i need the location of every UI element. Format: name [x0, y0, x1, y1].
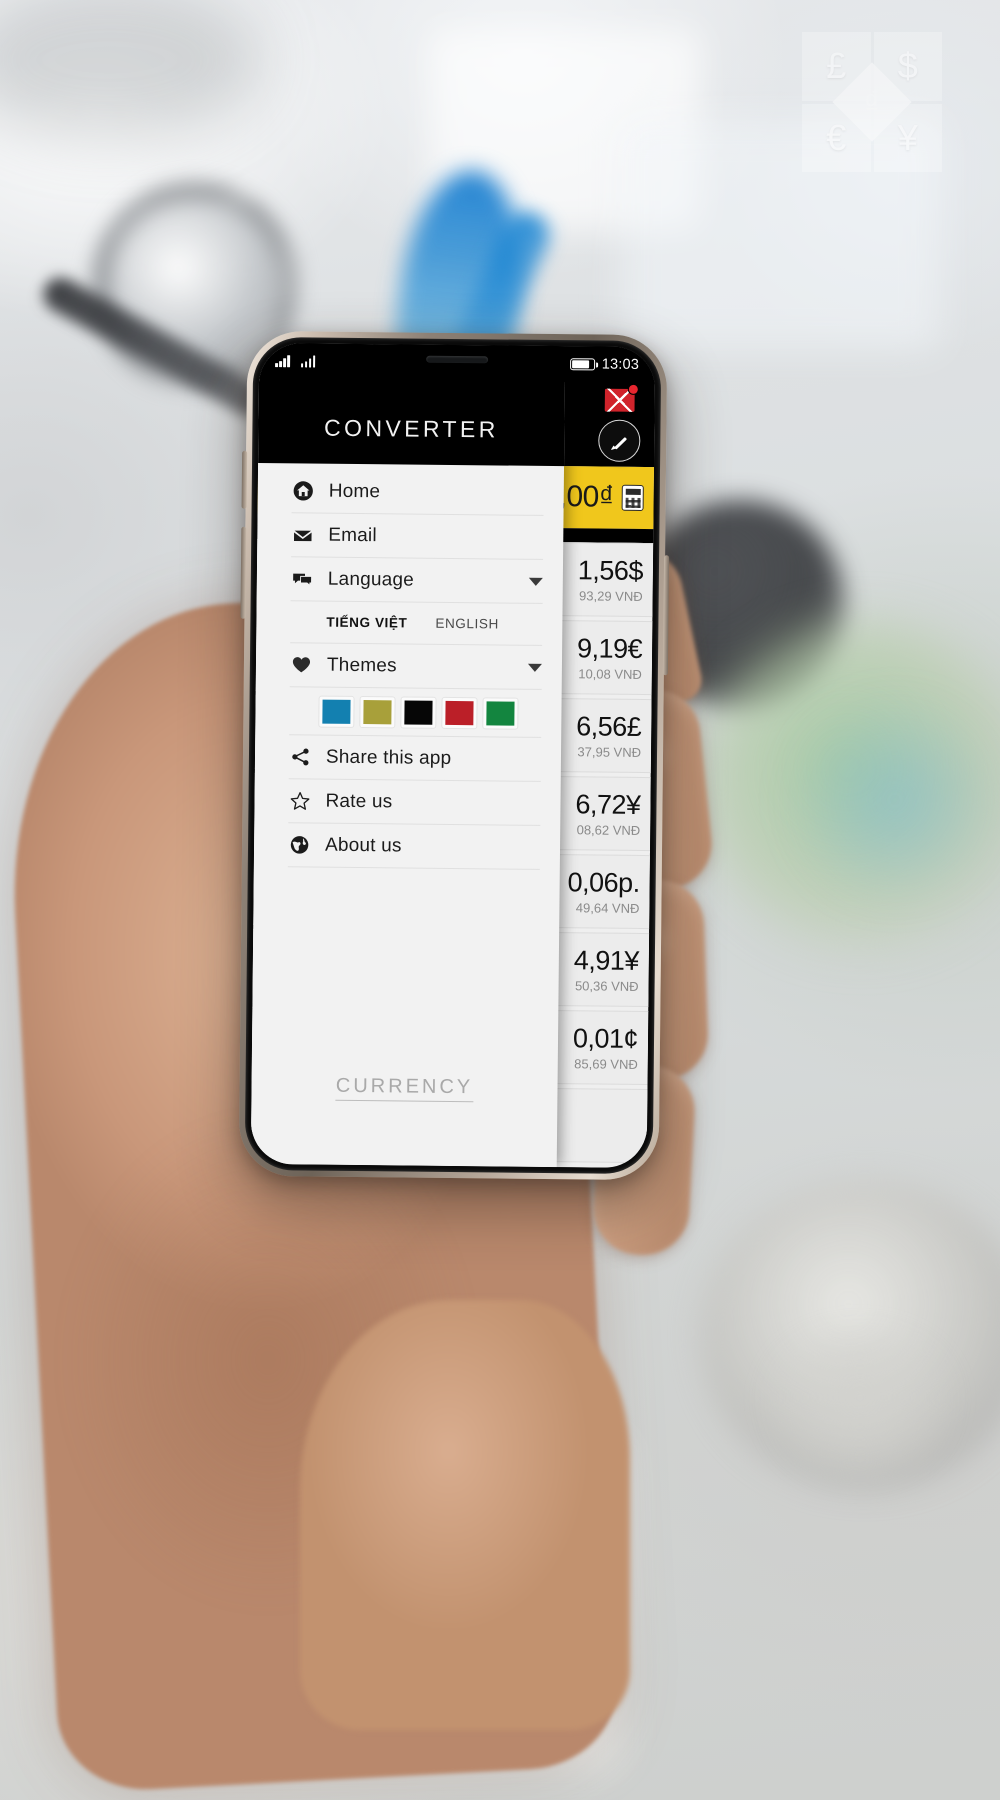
theme-swatch-black[interactable] [401, 696, 436, 728]
calculator-icon[interactable] [621, 484, 644, 511]
phone-notch [372, 344, 542, 375]
currency-rate: 10,08 VNĐ [578, 666, 642, 682]
menu-item-label: Rate us [325, 790, 393, 812]
currency-amount: 9,19€ [576, 633, 643, 664]
currency-rate: 93,29 VNĐ [579, 588, 643, 604]
menu-item-label: Email [328, 524, 377, 546]
globe-icon [288, 834, 310, 856]
share-icon [289, 746, 311, 768]
currency-amount: 6,72¥ [575, 789, 641, 820]
theme-swatch-green[interactable] [483, 697, 518, 729]
chevron-down-icon[interactable] [527, 663, 542, 672]
language-option-english[interactable]: ENGLISH [435, 616, 499, 632]
phone-screen: 0,00₫ 1,56$ 93,29 VNĐ 9,19€ 10,08 VNĐ 6,… [250, 342, 656, 1169]
app-title: CONVERTER [323, 414, 499, 443]
envelope-icon [291, 524, 313, 546]
menu-item-rate-us[interactable]: Rate us [288, 779, 541, 826]
mail-icon[interactable] [604, 383, 639, 412]
theme-swatch-olive[interactable] [360, 696, 395, 727]
chevron-down-icon[interactable] [528, 577, 543, 586]
status-bar-left [275, 355, 316, 368]
menu-item-label: Home [328, 480, 381, 502]
home-icon [292, 480, 314, 502]
status-bar-right: 13:03 [569, 356, 640, 373]
drawer-footer: CURRENCY [251, 1044, 558, 1167]
drawer-footer-label: CURRENCY [335, 1074, 474, 1103]
app-logo: £ $ € ¥ ₫ [802, 32, 942, 172]
menu-item-language[interactable]: Language [290, 557, 544, 604]
menu-item-themes[interactable]: Themes [289, 643, 543, 690]
currency-amount: 0,06p. [567, 867, 640, 898]
logo-dong-symbol: ₫ [863, 83, 881, 120]
chat-bubble-icon [291, 568, 313, 590]
language-option-vietnamese[interactable]: TIẾNG VIỆT [326, 615, 407, 631]
star-icon [288, 790, 310, 812]
notification-badge [627, 383, 639, 395]
currency-amount: 0,01¢ [572, 1023, 639, 1054]
menu-item-label: About us [324, 834, 402, 856]
volume-up-button[interactable] [241, 450, 248, 509]
currency-rate: 37,95 VNĐ [577, 744, 642, 760]
currency-rate: 50,36 VNĐ [574, 978, 639, 994]
menu-item-about-us[interactable]: About us [287, 823, 541, 870]
menu-item-label: Share this app [325, 746, 452, 769]
navigation-drawer: CONVERTER Home Email Language TIẾNG VIỆT… [250, 342, 566, 1168]
menu-item-label: Language [327, 568, 415, 591]
signal-bars-icon [275, 355, 290, 368]
theme-swatch-red[interactable] [442, 697, 477, 728]
status-bar-time: 13:03 [601, 356, 640, 373]
language-options: TIẾNG VIỆT ENGLISH [290, 601, 543, 646]
converter-top-actions [598, 383, 641, 462]
menu-item-label: Themes [326, 654, 397, 676]
menu-item-home[interactable]: Home [291, 469, 544, 516]
currency-rate: 08,62 VNĐ [576, 822, 641, 838]
theme-swatch-blue[interactable] [319, 696, 354, 727]
edit-fab-button[interactable] [598, 419, 641, 462]
menu-item-email[interactable]: Email [291, 513, 544, 560]
signal-bars-icon [300, 355, 316, 368]
currency-amount: 6,56£ [576, 711, 642, 742]
pencil-edit-icon [611, 432, 628, 449]
theme-swatch-list [289, 687, 542, 738]
currency-amount: 4,91¥ [573, 945, 640, 976]
smartphone: 0,00₫ 1,56$ 93,29 VNĐ 9,19€ 10,08 VNĐ 6,… [238, 330, 670, 1181]
currency-rate: 85,69 VNĐ [574, 1056, 638, 1072]
currency-amount: 1,56$ [577, 555, 644, 586]
currency-rate: 49,64 VNĐ [575, 900, 640, 916]
volume-down-button[interactable] [240, 526, 247, 619]
logo-currency-dong-diamond: ₫ [832, 62, 912, 142]
thumb-base [300, 1300, 630, 1730]
earpiece-speaker [426, 355, 489, 364]
drawer-menu: Home Email Language TIẾNG VIỆT ENGLISH T… [252, 463, 564, 1047]
menu-item-share-this-app[interactable]: Share this app [288, 735, 542, 782]
battery-icon [569, 357, 595, 371]
heart-icon [290, 654, 312, 676]
